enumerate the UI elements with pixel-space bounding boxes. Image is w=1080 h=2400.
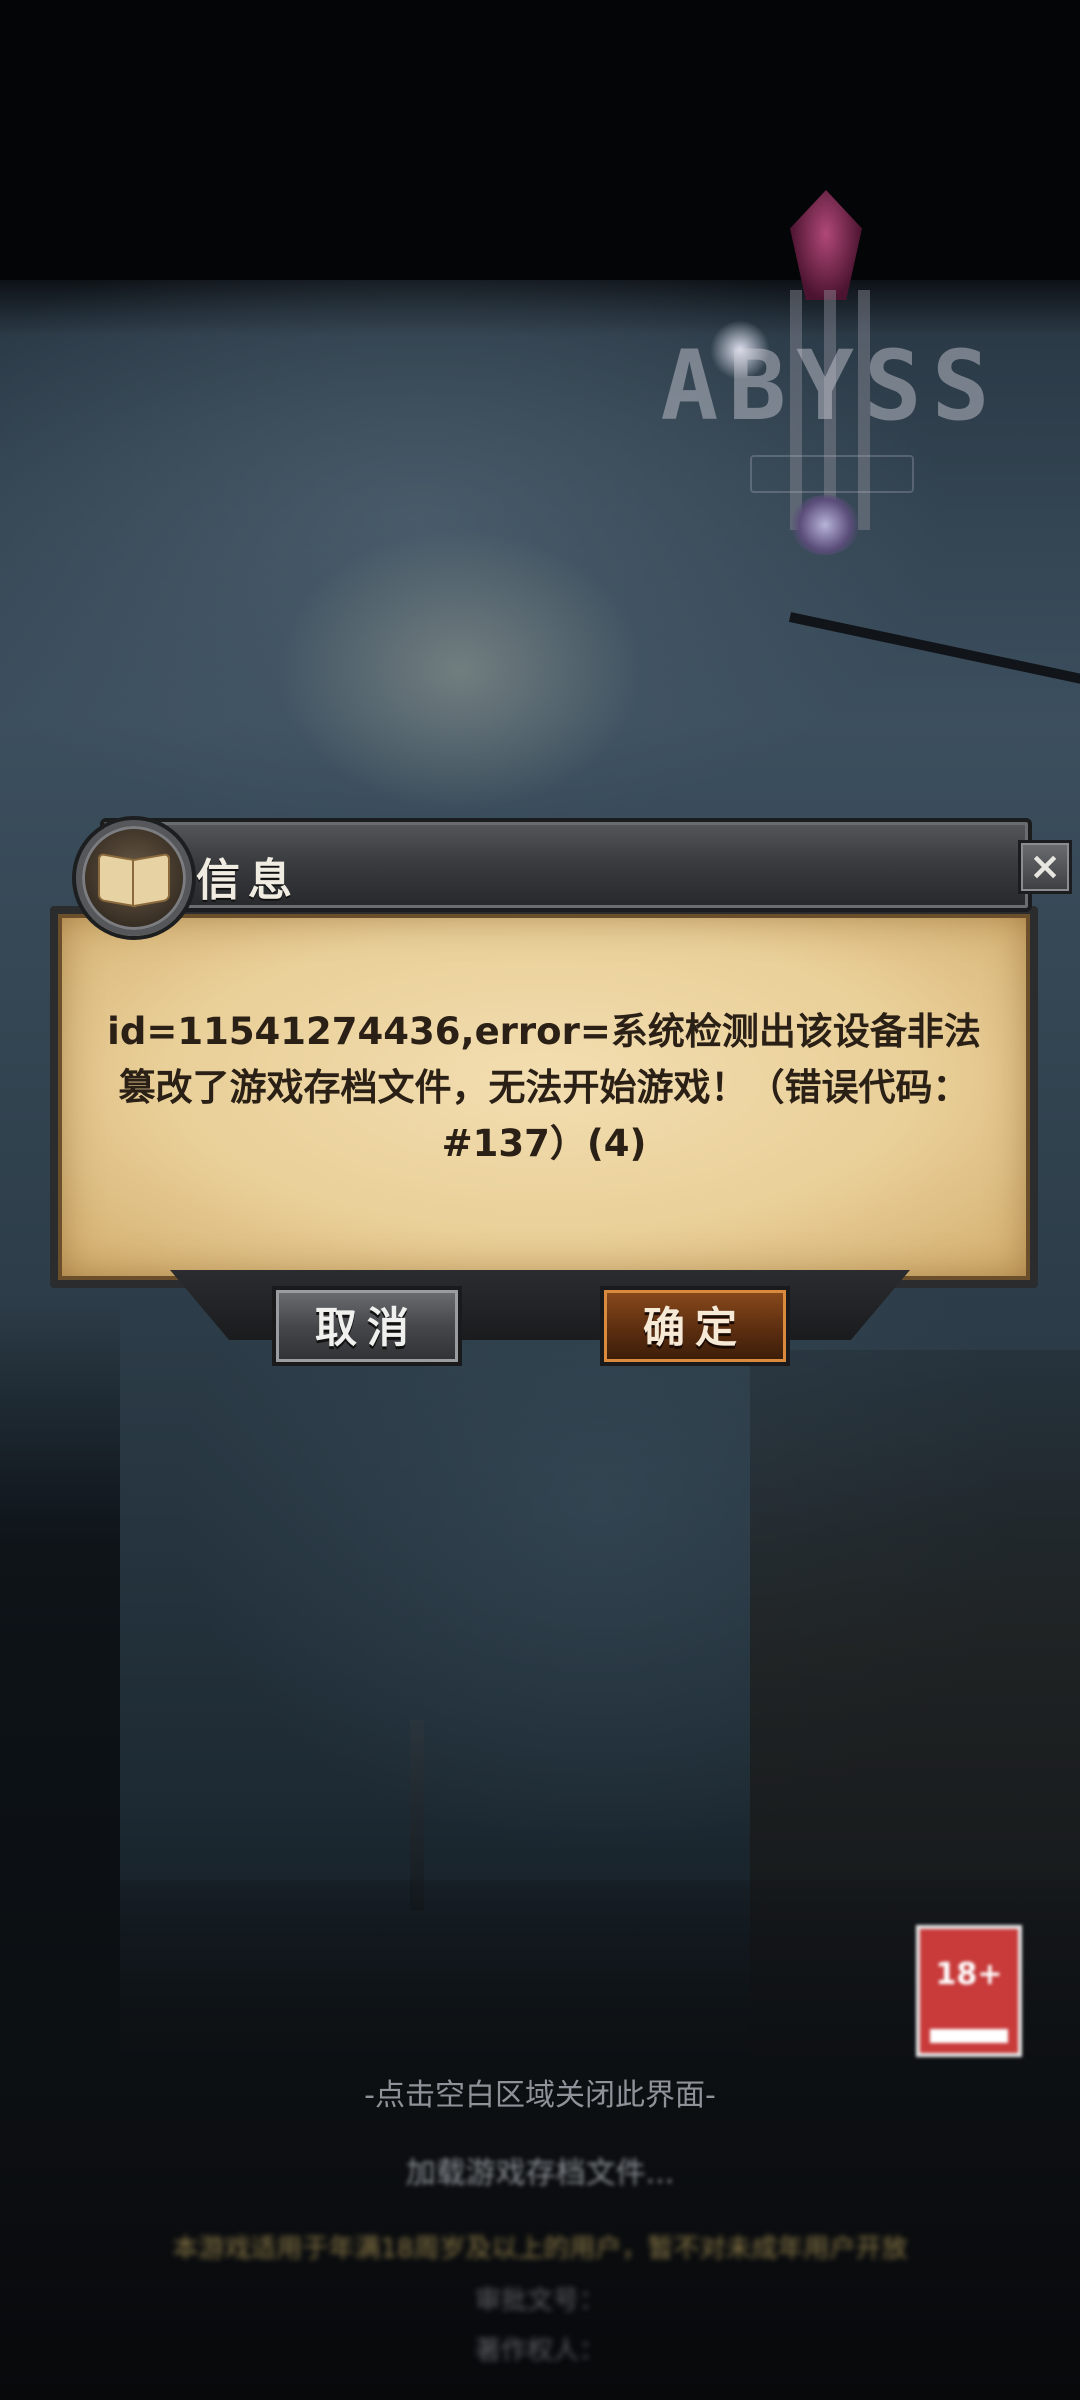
close-icon[interactable]: ×	[1018, 840, 1072, 894]
dialog-title: 信息	[196, 855, 300, 906]
dialog-parchment-body: id=11541274436,error=系统检测出该设备非法篡改了游戏存档文件…	[50, 906, 1038, 1288]
game-logo: ABYSS	[640, 180, 1020, 570]
legal-copyright-line: 著作权人：	[474, 2336, 605, 2366]
age-rating-badge: 18+	[916, 1925, 1022, 2057]
loading-status-text: 加载游戏存档文件...	[405, 2156, 675, 2191]
cancel-button[interactable]: 取消	[272, 1286, 462, 1366]
close-hint-text[interactable]: -点击空白区域关闭此界面-	[0, 2070, 1080, 2114]
logo-subtitle-plate	[750, 455, 914, 493]
dialog-header: 信息 ×	[76, 818, 1072, 936]
info-dialog: id=11541274436,error=系统检测出该设备非法篡改了游戏存档文件…	[40, 808, 1072, 1368]
legal-approval-line: 审批文号：	[474, 2286, 605, 2316]
confirm-button[interactable]: 确定	[600, 1286, 790, 1366]
logo-gem-icon	[790, 190, 862, 300]
logo-orb-icon	[790, 495, 860, 555]
legal-notice-line: 本游戏适用于年满18周岁及以上的用户，暂不对未成年用户开放	[172, 2234, 908, 2264]
logo-wordmark: ABYSS	[660, 330, 1000, 442]
age-rating-label: 18+	[935, 1957, 1003, 1992]
dialog-message: id=11541274436,error=系统检测出该设备非法篡改了游戏存档文件…	[107, 1010, 981, 1165]
book-icon	[76, 820, 192, 936]
